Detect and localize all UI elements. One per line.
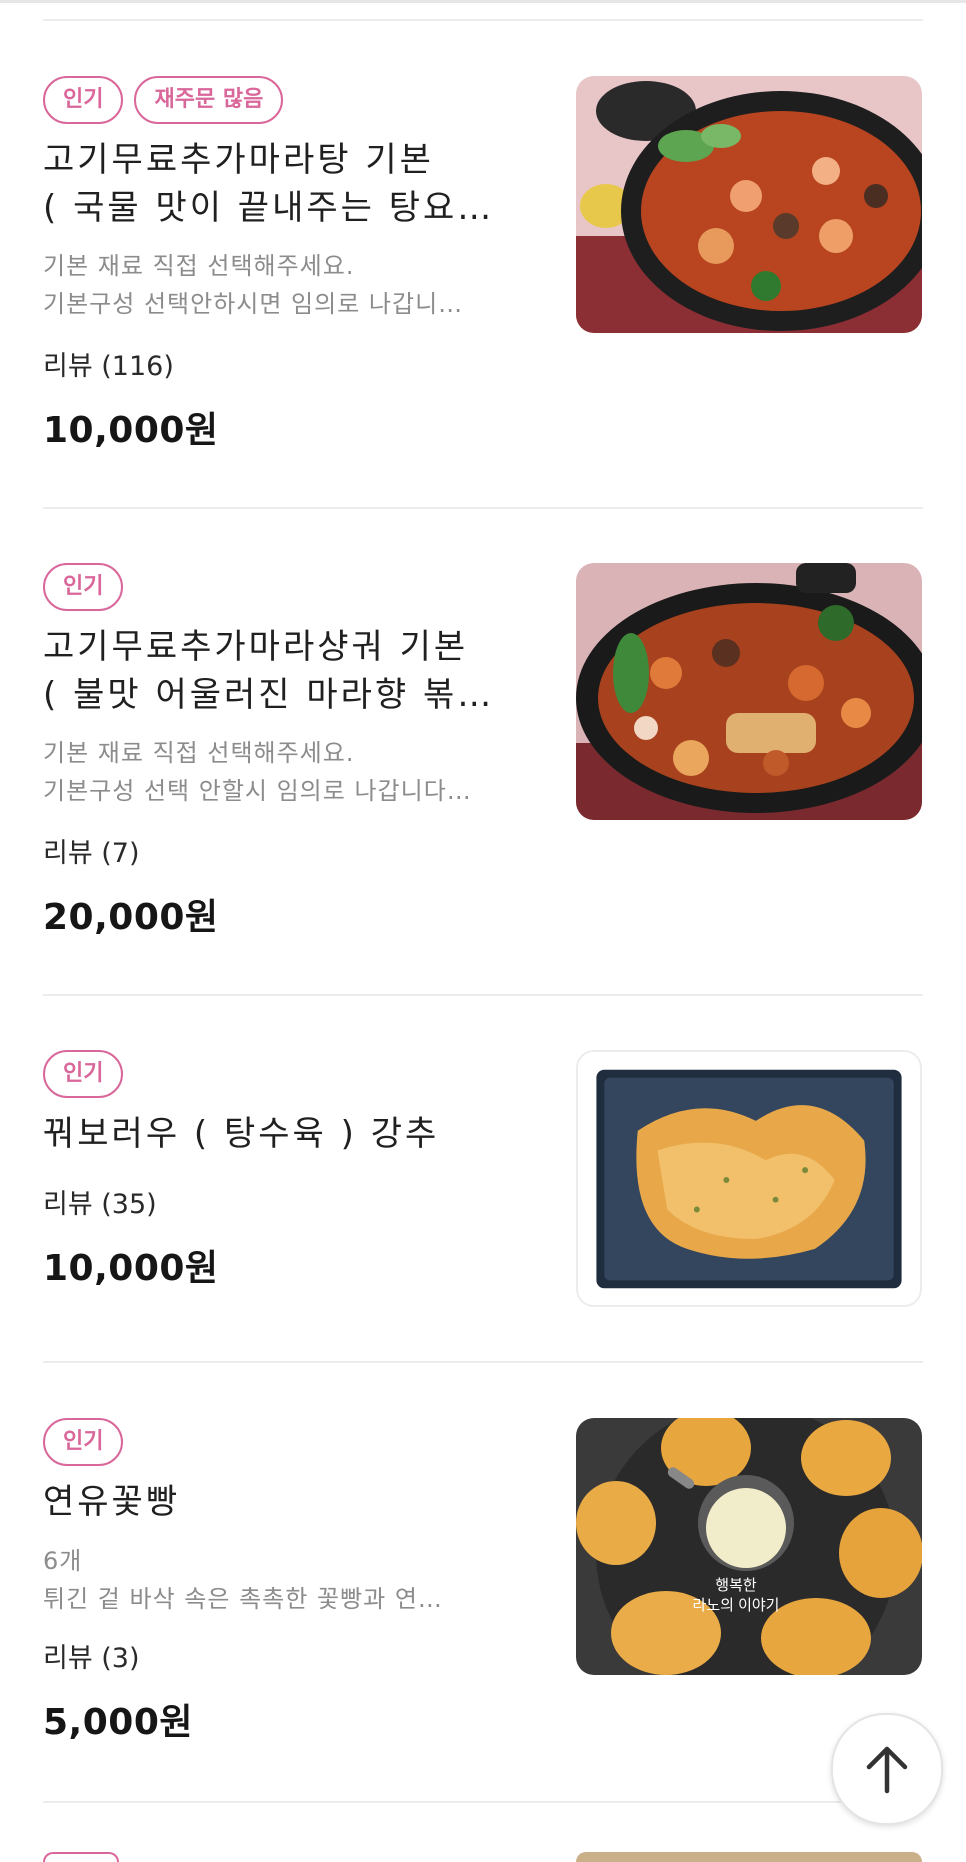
guobaorou-photo [578, 1052, 920, 1305]
next-item-badge-peek [43, 1852, 119, 1862]
title-line: 꿔보러우 ( 탕수육 ) 강추 [43, 1114, 440, 1154]
item-divider [43, 994, 923, 996]
item-divider [43, 1361, 923, 1363]
menu-description: 기본 재료 직접 선택해주세요. 기본구성 선택안하시면 임의로 나갑니… [43, 247, 533, 323]
popular-badge: 인기 [43, 1418, 124, 1466]
menu-price: 10,000원 [43, 410, 219, 451]
menu-item-condensed-milk-flower-bun[interactable]: 인기 연유꽃빵 6개 튀긴 겉 바삭 속은 촉촉한 꽃빵과 연… 리뷰 (3) … [43, 1418, 923, 1808]
reorder-badge: 재주문 많음 [134, 76, 284, 124]
menu-image[interactable] [576, 76, 922, 333]
title-line: ( 불맛 어울러진 마라향 볶… [43, 675, 495, 715]
menu-description: 기본 재료 직접 선택해주세요. 기본구성 선택 안할시 임의로 나갑니다… [43, 734, 533, 810]
desc-line: 기본구성 선택안하시면 임의로 나갑니… [43, 290, 464, 318]
title-line: 고기무료추가마라샹궈 기본 [43, 627, 469, 667]
next-item-image-peek [576, 1852, 922, 1862]
review-count: 리뷰 (35) [43, 1189, 157, 1220]
menu-title: 연유꽃빵 [43, 1478, 528, 1526]
badge-group: 인기 재주문 많음 [43, 76, 284, 124]
menu-title: 꿔보러우 ( 탕수육 ) 강추 [43, 1110, 528, 1158]
review-count: 리뷰 (116) [43, 351, 174, 382]
arrow-up-icon [866, 1746, 908, 1794]
title-line: ( 국물 맛이 끝내주는 탕요… [43, 188, 495, 228]
malatang-soup-photo [576, 76, 922, 333]
menu-title: 고기무료추가마라탕 기본 ( 국물 맛이 끝내주는 탕요… [43, 136, 528, 232]
image-caption-line-1: 행복한 [715, 1577, 757, 1594]
desc-line: 기본 재료 직접 선택해주세요. [43, 252, 355, 280]
review-count: 리뷰 (3) [43, 1643, 140, 1674]
popular-badge: 인기 [43, 76, 124, 124]
title-line: 고기무료추가마라탕 기본 [43, 140, 434, 180]
item-divider [43, 1801, 923, 1803]
menu-price: 5,000원 [43, 1702, 193, 1743]
fried-flower-bun-photo: 행복한 라노의 이야기 [576, 1418, 922, 1675]
item-divider [43, 507, 923, 509]
badge-group: 인기 [43, 1050, 124, 1098]
menu-item-malaxiangguo[interactable]: 인기 고기무료추가마라샹궈 기본 ( 불맛 어울러진 마라향 볶… 기본 재료 … [43, 563, 923, 953]
scroll-to-top-button[interactable] [831, 1713, 943, 1825]
desc-line: 기본구성 선택 안할시 임의로 나갑니다… [43, 777, 472, 805]
desc-line: 6개 [43, 1547, 83, 1575]
menu-image[interactable]: 행복한 라노의 이야기 [576, 1418, 922, 1675]
menu-item-malatang[interactable]: 인기 재주문 많음 고기무료추가마라탕 기본 ( 국물 맛이 끝내주는 탕요… … [43, 76, 923, 466]
image-caption-line-2: 라노의 이야기 [693, 1597, 780, 1614]
top-divider [0, 0, 966, 3]
menu-description: 6개 튀긴 겉 바삭 속은 촉촉한 꽃빵과 연… [43, 1542, 533, 1618]
badge-group: 인기 [43, 1418, 124, 1466]
badge-group: 인기 [43, 563, 124, 611]
menu-title: 고기무료추가마라샹궈 기본 ( 불맛 어울러진 마라향 볶… [43, 623, 528, 719]
menu-item-guobaorou[interactable]: 인기 꿔보러우 ( 탕수육 ) 강추 리뷰 (35) 10,000원 [43, 1050, 923, 1310]
menu-price: 20,000원 [43, 897, 219, 938]
menu-image[interactable] [576, 1050, 922, 1307]
review-count: 리뷰 (7) [43, 838, 140, 869]
popular-badge: 인기 [43, 1050, 124, 1098]
malaxiangguo-photo [576, 563, 922, 820]
menu-price: 10,000원 [43, 1248, 219, 1289]
menu-image[interactable] [576, 563, 922, 820]
desc-line: 튀긴 겉 바삭 속은 촉촉한 꽃빵과 연… [43, 1585, 443, 1613]
item-divider [43, 19, 923, 21]
popular-badge: 인기 [43, 563, 124, 611]
title-line: 연유꽃빵 [43, 1482, 181, 1522]
desc-line: 기본 재료 직접 선택해주세요. [43, 739, 355, 767]
